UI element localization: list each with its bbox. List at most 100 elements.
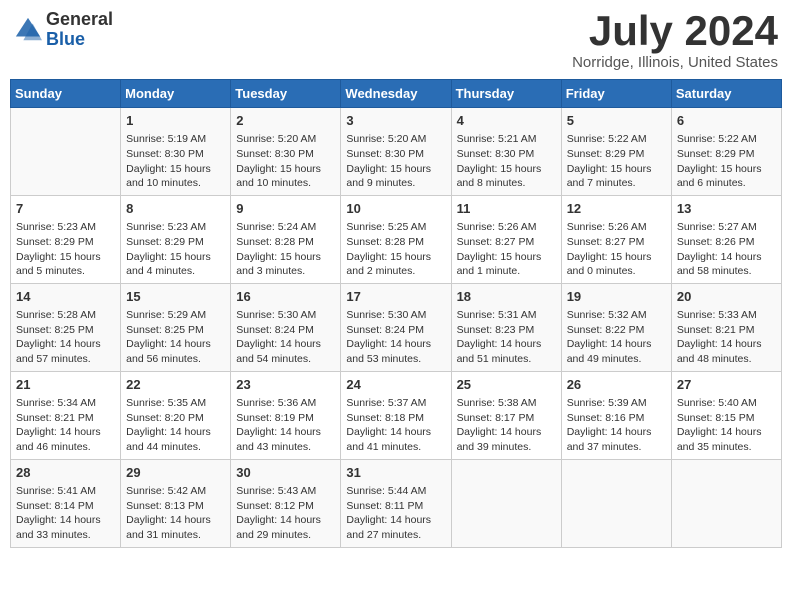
calendar-header-row: SundayMondayTuesdayWednesdayThursdayFrid… [11,80,782,108]
day-detail: Sunrise: 5:24 AMSunset: 8:28 PMDaylight:… [236,220,335,279]
calendar-cell [451,459,561,547]
day-number: 18 [457,288,556,306]
day-number: 4 [457,112,556,130]
day-number: 26 [567,376,666,394]
day-number: 24 [346,376,445,394]
day-detail: Sunrise: 5:29 AMSunset: 8:25 PMDaylight:… [126,308,225,367]
logo-general: General [46,10,113,30]
calendar-cell: 27 Sunrise: 5:40 AMSunset: 8:15 PMDayligh… [671,371,781,459]
calendar-cell: 24Sunrise: 5:37 AMSunset: 8:18 PMDayligh… [341,371,451,459]
day-detail: Sunrise: 5:44 AMSunset: 8:11 PMDaylight:… [346,484,445,543]
calendar-cell: 12 Sunrise: 5:26 AMSunset: 8:27 PMDayligh… [561,195,671,283]
calendar-cell: 26 Sunrise: 5:39 AMSunset: 8:16 PMDayligh… [561,371,671,459]
day-number: 10 [346,200,445,218]
calendar-cell: 7 Sunrise: 5:23 AMSunset: 8:29 PMDaylight… [11,195,121,283]
logo: General Blue [14,10,113,50]
calendar-cell: 6 Sunrise: 5:22 AMSunset: 8:29 PMDaylight… [671,108,781,196]
calendar-cell: 20 Sunrise: 5:33 AMSunset: 8:21 PMDayligh… [671,283,781,371]
day-number: 7 [16,200,115,218]
day-number: 29 [126,464,225,482]
calendar-cell: 28 Sunrise: 5:41 AMSunset: 8:14 PMDayligh… [11,459,121,547]
day-number: 13 [677,200,776,218]
day-number: 3 [346,112,445,130]
day-detail: Sunrise: 5:42 AMSunset: 8:13 PMDaylight:… [126,484,225,543]
day-detail: Sunrise: 5:21 AMSunset: 8:30 PMDaylight:… [457,132,556,191]
calendar-cell: 14 Sunrise: 5:28 AMSunset: 8:25 PMDayligh… [11,283,121,371]
day-number: 1 [126,112,225,130]
calendar-cell: 22 Sunrise: 5:35 AMSunset: 8:20 PMDayligh… [121,371,231,459]
calendar-cell: 17Sunrise: 5:30 AMSunset: 8:24 PMDayligh… [341,283,451,371]
day-number: 8 [126,200,225,218]
calendar-cell: 2Sunrise: 5:20 AMSunset: 8:30 PMDaylight… [231,108,341,196]
day-detail: Sunrise: 5:43 AMSunset: 8:12 PMDaylight:… [236,484,335,543]
day-number: 28 [16,464,115,482]
day-detail: Sunrise: 5:25 AMSunset: 8:28 PMDaylight:… [346,220,445,279]
calendar-week-row: 14 Sunrise: 5:28 AMSunset: 8:25 PMDayligh… [11,283,782,371]
calendar-cell: 9 Sunrise: 5:24 AMSunset: 8:28 PMDaylight… [231,195,341,283]
calendar-cell: 13Sunrise: 5:27 AMSunset: 8:26 PMDayligh… [671,195,781,283]
calendar-cell [561,459,671,547]
day-detail: Sunrise: 5:26 AMSunset: 8:27 PMDaylight:… [457,220,556,279]
calendar-cell: 4 Sunrise: 5:21 AMSunset: 8:30 PMDaylight… [451,108,561,196]
day-number: 20 [677,288,776,306]
day-of-week-header: Monday [121,80,231,108]
day-of-week-header: Saturday [671,80,781,108]
calendar-week-row: 7 Sunrise: 5:23 AMSunset: 8:29 PMDaylight… [11,195,782,283]
day-number: 14 [16,288,115,306]
day-number: 17 [346,288,445,306]
day-detail: Sunrise: 5:22 AMSunset: 8:29 PMDaylight:… [677,132,776,191]
day-detail: Sunrise: 5:41 AMSunset: 8:14 PMDaylight:… [16,484,115,543]
calendar-cell [671,459,781,547]
day-number: 23 [236,376,335,394]
calendar-cell: 5 Sunrise: 5:22 AMSunset: 8:29 PMDaylight… [561,108,671,196]
calendar-cell: 19 Sunrise: 5:32 AMSunset: 8:22 PMDayligh… [561,283,671,371]
day-number: 6 [677,112,776,130]
day-of-week-header: Wednesday [341,80,451,108]
day-detail: Sunrise: 5:32 AMSunset: 8:22 PMDaylight:… [567,308,666,367]
calendar-cell: 1 Sunrise: 5:19 AMSunset: 8:30 PMDaylight… [121,108,231,196]
title-section: July 2024 Norridge, Illinois, United Sta… [572,10,778,71]
calendar-cell: 15Sunrise: 5:29 AMSunset: 8:25 PMDayligh… [121,283,231,371]
day-detail: Sunrise: 5:19 AMSunset: 8:30 PMDaylight:… [126,132,225,191]
calendar-cell: 30 Sunrise: 5:43 AMSunset: 8:12 PMDayligh… [231,459,341,547]
calendar-cell: 25Sunrise: 5:38 AMSunset: 8:17 PMDayligh… [451,371,561,459]
calendar-week-row: 28 Sunrise: 5:41 AMSunset: 8:14 PMDayligh… [11,459,782,547]
day-number: 16 [236,288,335,306]
day-of-week-header: Thursday [451,80,561,108]
day-number: 11 [457,200,556,218]
day-detail: Sunrise: 5:31 AMSunset: 8:23 PMDaylight:… [457,308,556,367]
calendar-week-row: 21Sunrise: 5:34 AMSunset: 8:21 PMDayligh… [11,371,782,459]
day-detail: Sunrise: 5:39 AMSunset: 8:16 PMDaylight:… [567,396,666,455]
day-detail: Sunrise: 5:23 AMSunset: 8:29 PMDaylight:… [126,220,225,279]
day-detail: Sunrise: 5:40 AMSunset: 8:15 PMDaylight:… [677,396,776,455]
calendar-cell: 3Sunrise: 5:20 AMSunset: 8:30 PMDaylight… [341,108,451,196]
day-detail: Sunrise: 5:35 AMSunset: 8:20 PMDaylight:… [126,396,225,455]
calendar-cell: 29 Sunrise: 5:42 AMSunset: 8:13 PMDayligh… [121,459,231,547]
day-number: 5 [567,112,666,130]
day-number: 9 [236,200,335,218]
calendar-cell: 16Sunrise: 5:30 AMSunset: 8:24 PMDayligh… [231,283,341,371]
day-detail: Sunrise: 5:28 AMSunset: 8:25 PMDaylight:… [16,308,115,367]
day-number: 12 [567,200,666,218]
calendar-table: SundayMondayTuesdayWednesdayThursdayFrid… [10,79,782,548]
calendar-cell: 23 Sunrise: 5:36 AMSunset: 8:19 PMDayligh… [231,371,341,459]
day-detail: Sunrise: 5:36 AMSunset: 8:19 PMDaylight:… [236,396,335,455]
day-detail: Sunrise: 5:22 AMSunset: 8:29 PMDaylight:… [567,132,666,191]
day-number: 27 [677,376,776,394]
page-header: General Blue July 2024 Norridge, Illinoi… [10,10,782,71]
day-number: 21 [16,376,115,394]
logo-icon [14,16,42,44]
day-number: 19 [567,288,666,306]
day-detail: Sunrise: 5:33 AMSunset: 8:21 PMDaylight:… [677,308,776,367]
day-number: 31 [346,464,445,482]
calendar-cell: 10 Sunrise: 5:25 AMSunset: 8:28 PMDayligh… [341,195,451,283]
calendar-cell: 11 Sunrise: 5:26 AMSunset: 8:27 PMDayligh… [451,195,561,283]
calendar-cell: 8 Sunrise: 5:23 AMSunset: 8:29 PMDaylight… [121,195,231,283]
calendar-cell: 18 Sunrise: 5:31 AMSunset: 8:23 PMDayligh… [451,283,561,371]
logo-blue: Blue [46,30,113,50]
day-detail: Sunrise: 5:26 AMSunset: 8:27 PMDaylight:… [567,220,666,279]
day-detail: Sunrise: 5:23 AMSunset: 8:29 PMDaylight:… [16,220,115,279]
day-number: 22 [126,376,225,394]
day-of-week-header: Friday [561,80,671,108]
day-number: 30 [236,464,335,482]
